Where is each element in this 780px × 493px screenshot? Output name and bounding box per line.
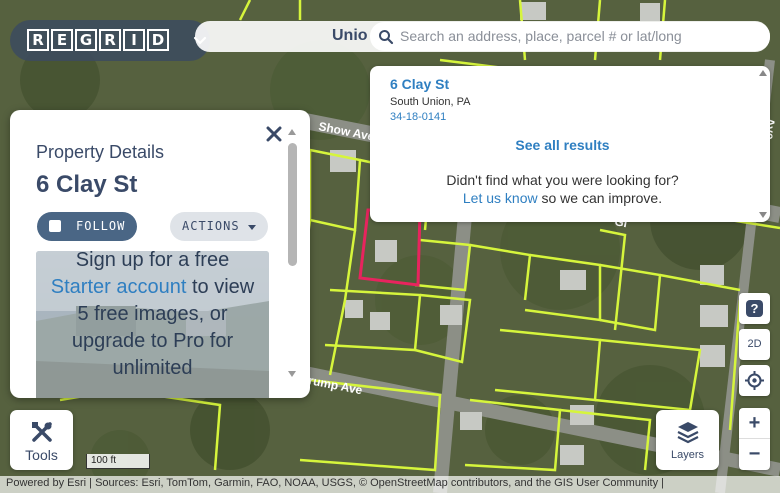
panel-heading: Property Details [36,142,165,162]
actions-label: ACTIONS [182,219,240,233]
question-icon: ? [746,300,763,317]
logo-letter: E [51,29,73,51]
scroll-down-arrow-icon[interactable] [288,371,296,377]
regrid-logo: R E G R I D [27,29,169,51]
image-upsell-promo: Sign up for a free Starter account to vie… [36,251,269,398]
logo-letter: R [27,29,49,51]
place-label: Unio [332,27,368,44]
zoom-out-button[interactable]: − [739,439,770,470]
result-title[interactable]: 6 Clay St [390,76,449,92]
gis-community-link[interactable]: GIS User Community [554,477,658,489]
follow-label: FOLLOW [76,219,126,233]
attrib-contributors: contributors, and the [447,477,555,489]
promo-text: Sign up for a free Starter account to vie… [50,251,255,382]
search-results-dropdown: 6 Clay St South Union, PA 34-18-0141 See… [370,66,770,222]
actions-dropdown-button[interactable]: ACTIONS [170,212,268,241]
attrib-sources: | Sources: Esri, TomTom, Garmin, FAO, NO… [86,477,371,489]
star-icon [49,220,61,232]
zoom-control: + − [739,408,770,470]
follow-button[interactable]: FOLLOW [37,212,137,241]
zoom-in-button[interactable]: + [739,408,770,439]
result-subtitle: South Union, PA [390,96,471,108]
locate-button[interactable] [739,365,770,396]
logo-letter: G [75,29,97,51]
property-address: 6 Clay St [36,171,138,198]
attrib-tail: | [658,477,665,489]
promo-line1: Sign up for a free [75,251,230,271]
logo-letter: I [123,29,145,51]
crosshair-icon [745,371,764,390]
feedback-text: Let us know so we can improve. [370,190,755,206]
search-icon[interactable] [378,29,394,45]
search-input[interactable] [400,25,760,47]
feedback-suffix: so we can improve. [537,190,663,206]
see-all-results-link[interactable]: See all results [370,137,755,153]
svg-text:?: ? [751,301,759,316]
map-attribution: Powered by Esri | Sources: Esri, TomTom,… [0,476,780,493]
help-button[interactable]: ? [739,293,770,324]
esri-link[interactable]: Esri [67,477,86,489]
osm-link[interactable]: OpenStreetMap [370,477,448,489]
scale-bar: 100 ft [86,454,150,469]
logo-menu[interactable]: R E G R I D [10,20,210,61]
starter-account-link[interactable]: Starter account [51,276,187,298]
caret-down-icon [248,225,256,230]
property-details-panel: Property Details 6 Clay St FOLLOW ACTION… [10,110,310,398]
scroll-up-arrow-icon[interactable] [759,70,767,76]
result-parcel-id[interactable]: 34-18-0141 [390,111,446,123]
tools-label: Tools [25,447,58,463]
not-found-text: Didn't find what you were looking for? [446,172,679,188]
tools-button[interactable]: Tools [10,410,73,470]
layers-label: Layers [670,449,705,461]
scroll-up-arrow-icon[interactable] [288,129,296,135]
layers-button[interactable]: Layers [656,410,719,470]
logo-letter: D [147,29,169,51]
attrib-powered: Powered by [6,477,68,489]
layers-icon [677,422,699,444]
scroll-down-arrow-icon[interactable] [759,212,767,218]
tools-icon [32,422,52,442]
panel-scrollbar[interactable] [288,143,297,266]
toggle-2d-button[interactable]: 2D [739,329,770,360]
let-us-know-link[interactable]: Let us know [463,190,538,206]
logo-letter: R [99,29,121,51]
close-icon[interactable] [265,125,283,143]
